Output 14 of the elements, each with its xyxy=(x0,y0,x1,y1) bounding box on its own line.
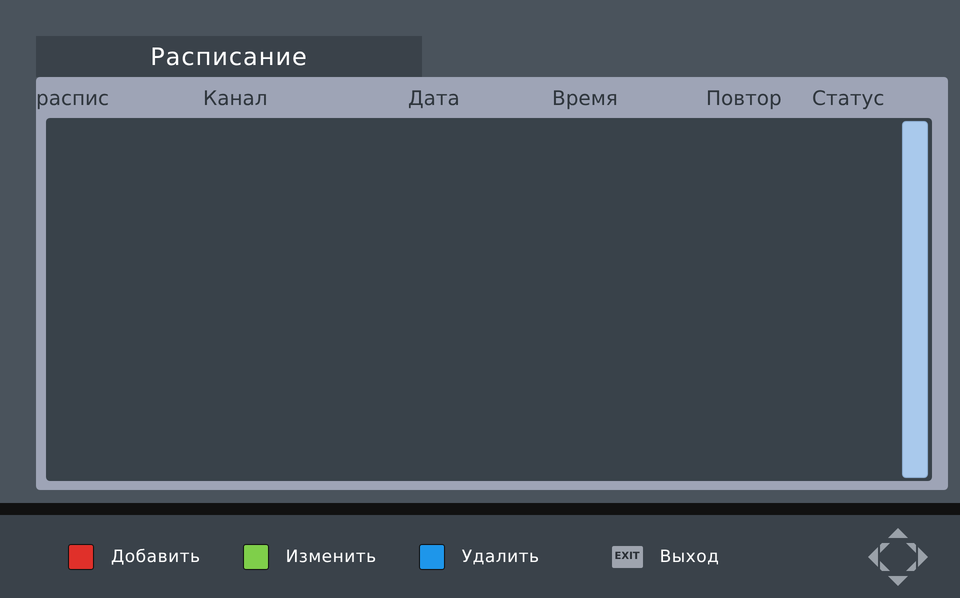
legend-label: Изменить xyxy=(286,546,377,566)
legend-label: Добавить xyxy=(111,546,201,566)
column-header: Статус xyxy=(812,86,886,110)
window-title: Расписание xyxy=(36,36,422,77)
column-header: распис xyxy=(36,86,110,110)
scrollbar[interactable] xyxy=(902,121,928,478)
column-header: Канал xyxy=(203,86,269,110)
exit-key: EXIT xyxy=(612,546,643,568)
column-header: Дата xyxy=(408,86,461,110)
column-header: Время xyxy=(552,86,619,110)
column-header: Повтор xyxy=(706,86,783,110)
legend-label: Удалить xyxy=(462,546,540,566)
legend-label: Выход xyxy=(660,546,720,566)
navigation-arrows-icon xyxy=(866,526,930,588)
